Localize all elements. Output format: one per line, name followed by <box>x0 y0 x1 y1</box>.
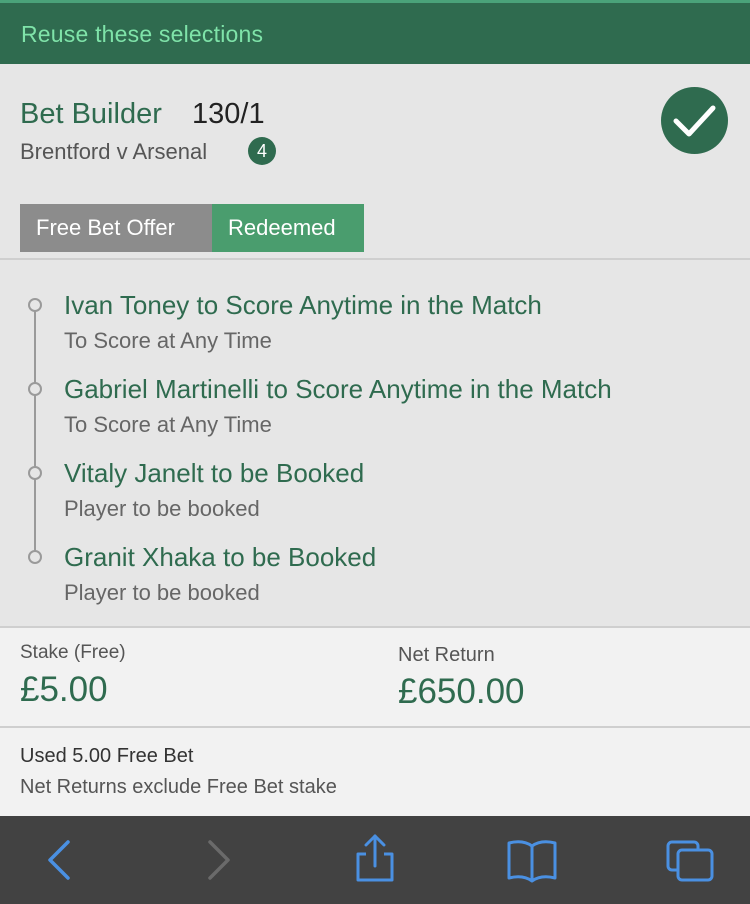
stake-label: Stake (Free) <box>20 642 126 663</box>
share-icon[interactable] <box>340 816 410 904</box>
used-free-bet-text: Used 5.00 Free Bet <box>20 745 194 767</box>
selection-market: To Score at Any Time <box>64 412 272 437</box>
selection-market: Player to be booked <box>64 580 260 605</box>
selection-title: Ivan Toney to Score Anytime in the Match <box>64 290 542 320</box>
selection-title: Gabriel Martinelli to Score Anytime in t… <box>64 374 612 404</box>
reuse-selections-link[interactable]: Reuse these selections <box>21 21 263 48</box>
free-bet-offer-tag: Free Bet Offer <box>20 204 212 252</box>
selection-market: To Score at Any Time <box>64 328 272 353</box>
timeline-dot <box>28 382 42 396</box>
bet-type-title: Bet Builder <box>20 98 162 130</box>
net-return-label: Net Return <box>398 644 495 666</box>
bookmarks-icon[interactable] <box>497 816 567 904</box>
forward-icon[interactable] <box>184 816 254 904</box>
browser-toolbar <box>0 816 750 904</box>
tabs-icon[interactable] <box>656 816 726 904</box>
selection-market: Player to be booked <box>64 496 260 521</box>
selection-title: Granit Xhaka to be Booked <box>64 542 377 572</box>
net-returns-note: Net Returns exclude Free Bet stake <box>20 776 337 798</box>
reuse-selections-bar[interactable]: Reuse these selections <box>0 3 750 64</box>
free-bet-info: Used 5.00 Free Bet Net Returns exclude F… <box>0 728 750 816</box>
timeline-dot <box>28 550 42 564</box>
match-name: Brentford v Arsenal <box>20 139 208 164</box>
settled-check-icon <box>661 87 728 154</box>
stake-value: £5.00 <box>20 670 108 709</box>
timeline-dot <box>28 298 42 312</box>
redeemed-status-tag: Redeemed <box>212 204 364 252</box>
stake-summary: Stake (Free) £5.00 Net Return £650.00 <box>0 628 750 726</box>
back-icon[interactable] <box>24 816 94 904</box>
selection-title: Vitaly Janelt to be Booked <box>64 458 365 488</box>
selection-count-badge: 4 <box>248 137 276 165</box>
selections-list: Ivan Toney to Score Anytime in the Match… <box>0 260 750 626</box>
bet-odds: 130/1 <box>192 98 265 130</box>
timeline-dot <box>28 466 42 480</box>
timeline-line <box>34 305 36 555</box>
net-return-value: £650.00 <box>398 672 525 711</box>
bet-header: Bet Builder 130/1 Brentford v Arsenal 4 … <box>0 64 750 259</box>
